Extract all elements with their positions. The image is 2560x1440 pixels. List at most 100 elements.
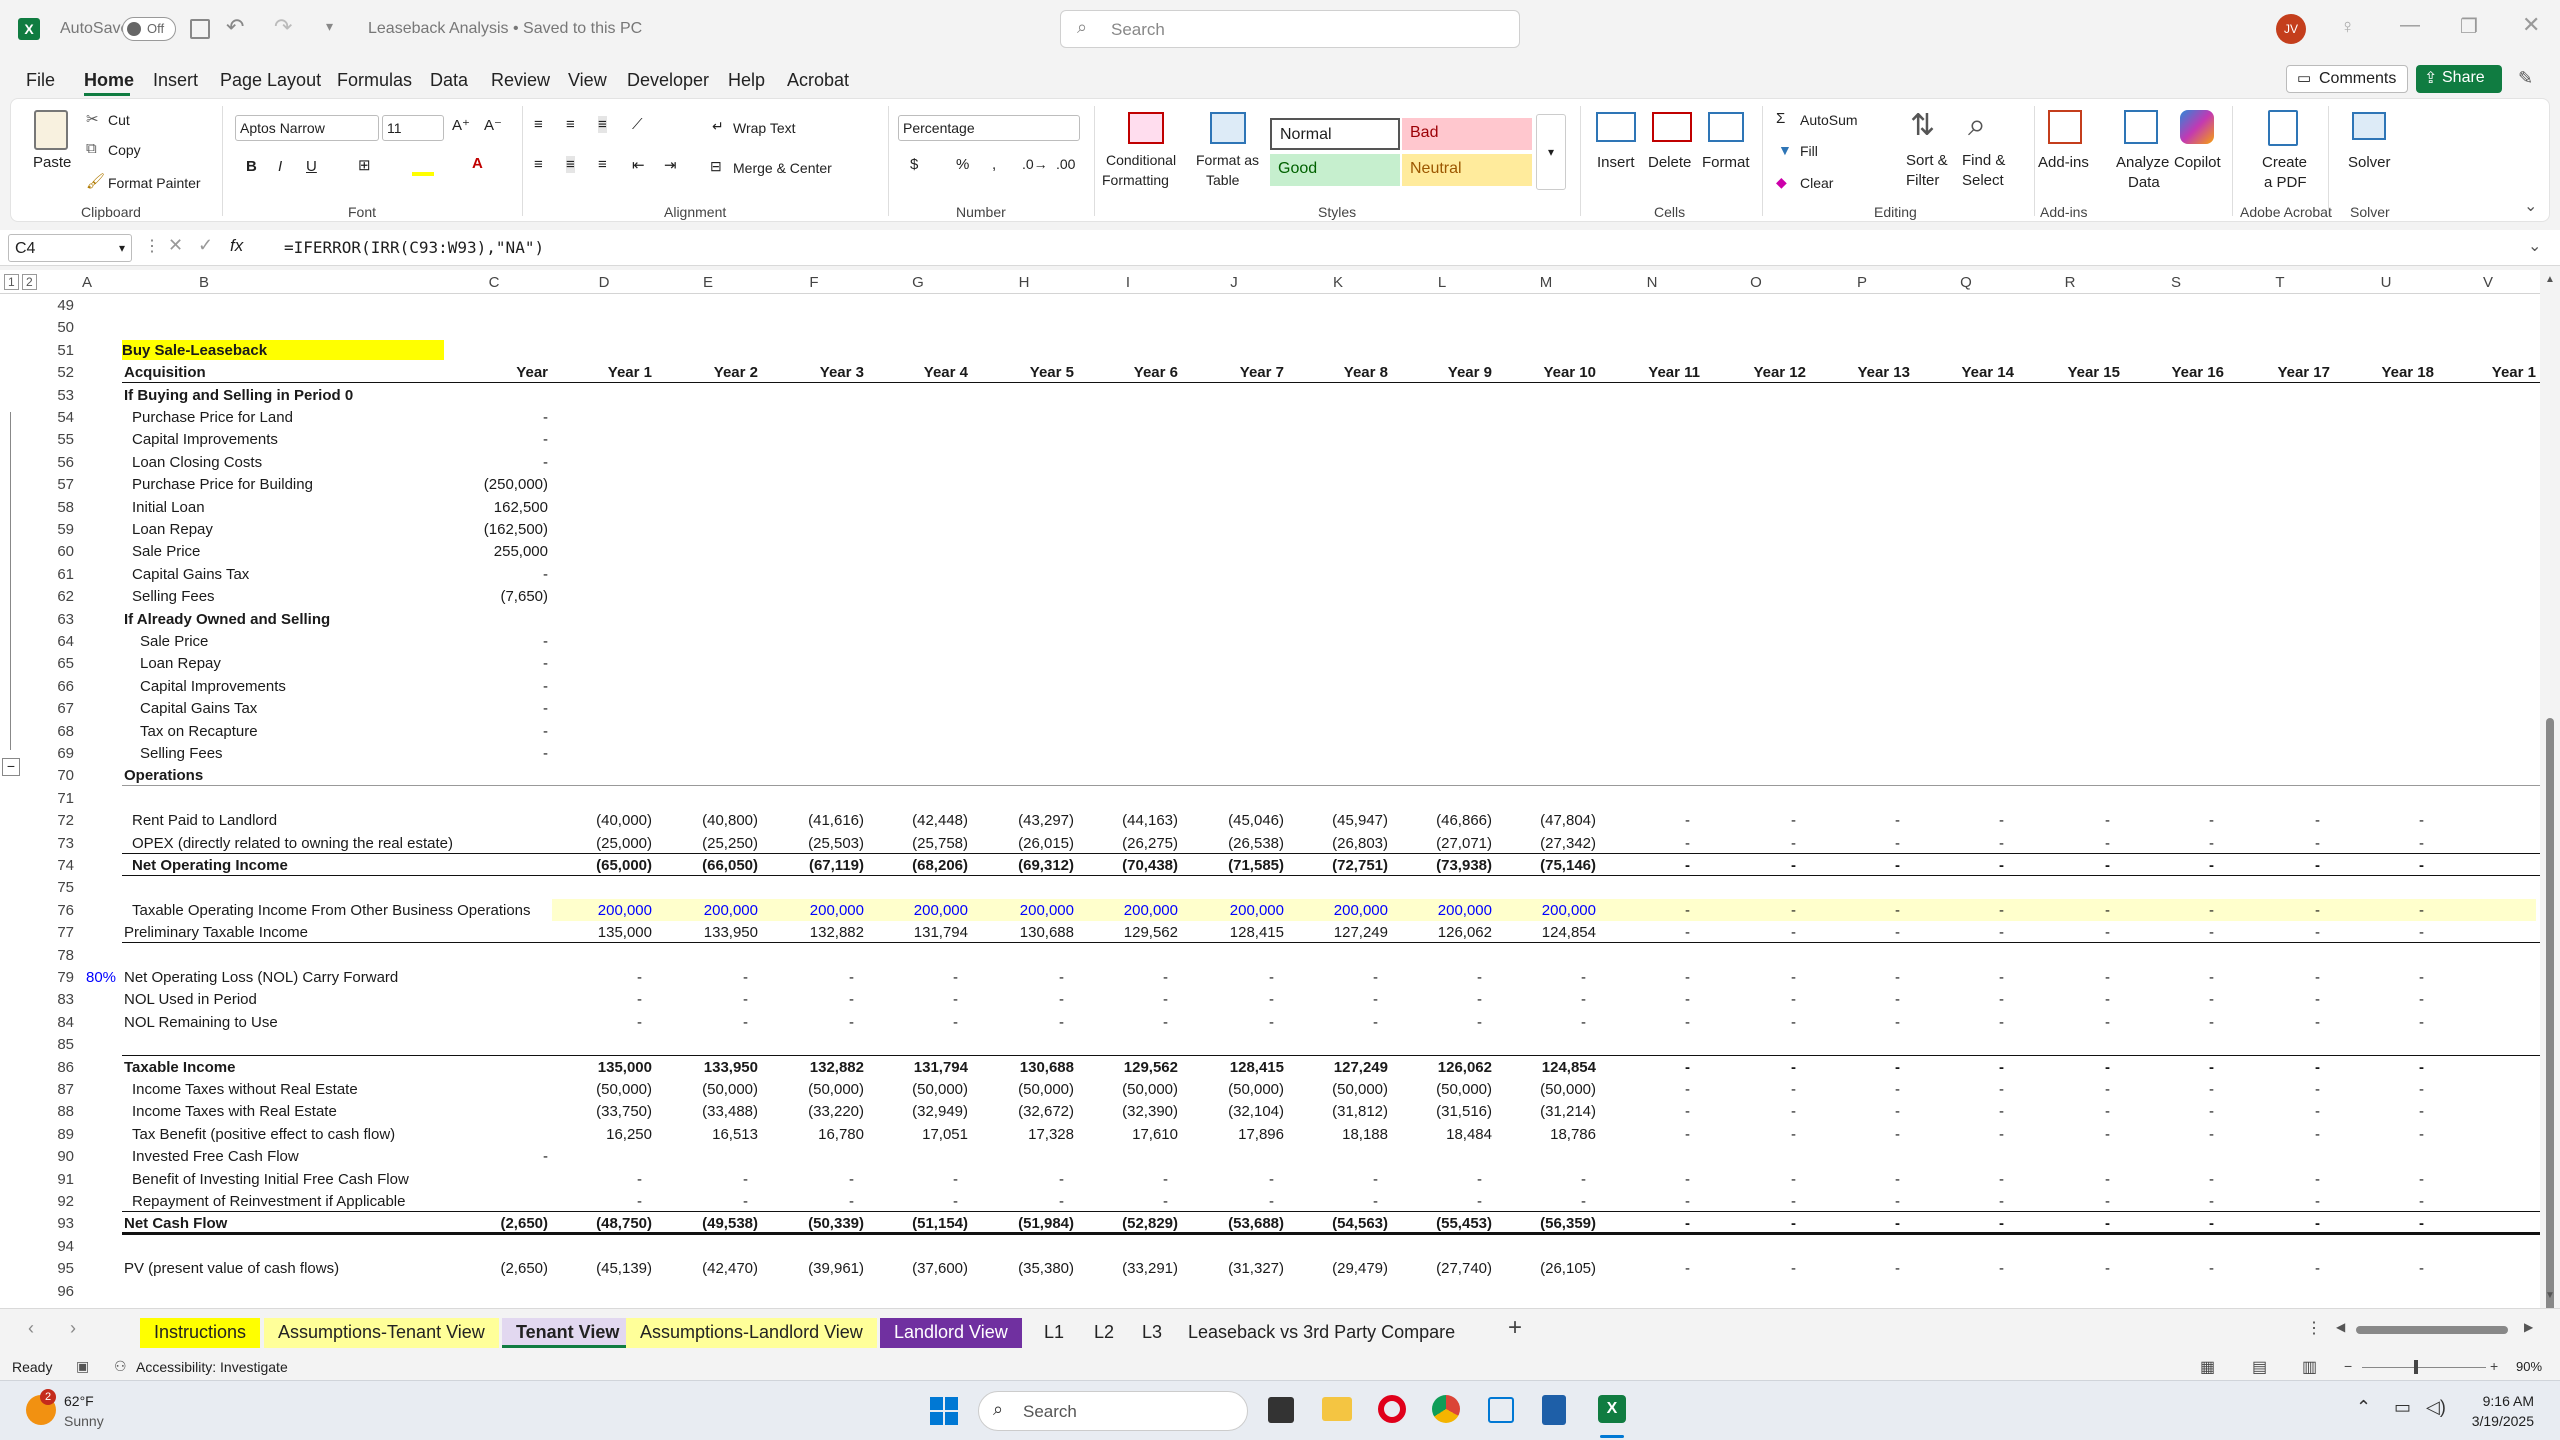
value-cell[interactable]: -	[1810, 1059, 1900, 1076]
column-header-g[interactable]: G	[866, 274, 970, 291]
value-cell[interactable]: 128,415	[1184, 924, 1284, 941]
value-cell[interactable]: -	[1706, 924, 1796, 941]
row-label[interactable]: Invested Free Cash Flow	[132, 1148, 299, 1165]
prev-sheet-icon[interactable]: ‹	[28, 1318, 34, 1339]
row-number[interactable]: 69	[50, 745, 74, 762]
row-number[interactable]: 74	[50, 857, 74, 874]
value-cell[interactable]: -	[2230, 924, 2320, 941]
value-cell[interactable]: -	[1914, 1103, 2004, 1120]
value-cell[interactable]: (27,740)	[1392, 1260, 1492, 1277]
value-cell[interactable]: 128,415	[1184, 1059, 1284, 1076]
row-number[interactable]: 90	[50, 1148, 74, 1165]
row-label[interactable]: Buy Sale-Leaseback	[122, 339, 444, 360]
row-label[interactable]: Sale Price	[140, 633, 208, 650]
align-middle-icon[interactable]: ≡	[566, 116, 575, 133]
tab-home[interactable]: Home	[84, 70, 134, 91]
value-cell[interactable]: -	[1600, 1059, 1690, 1076]
row-number[interactable]: 67	[50, 700, 74, 717]
value-cell[interactable]: -	[2124, 924, 2214, 941]
value-cell[interactable]: -	[1706, 1126, 1796, 1143]
fill-color-icon[interactable]	[412, 172, 434, 176]
value-cell[interactable]: -	[1496, 991, 1586, 1008]
value-cell[interactable]: (50,000)	[1392, 1081, 1492, 1098]
value-cell[interactable]: -	[2334, 1014, 2424, 1031]
value-cell[interactable]: 200,000	[1288, 902, 1388, 919]
value-cell[interactable]: -	[1078, 1014, 1168, 1031]
tab-acrobat[interactable]: Acrobat	[787, 70, 849, 91]
value-cell[interactable]: -	[1914, 1171, 2004, 1188]
column-header-e[interactable]: E	[656, 274, 760, 291]
value-cell[interactable]: -	[1600, 969, 1690, 986]
value-cell[interactable]: (50,000)	[1078, 1081, 1178, 1098]
row-number[interactable]: 91	[50, 1171, 74, 1188]
formula-input[interactable]: =IFERROR(IRR(C93:W93),"NA")	[284, 238, 544, 257]
editing-mode-icon[interactable]: ✎	[2518, 68, 2533, 89]
value-cell[interactable]: -	[2124, 1193, 2214, 1210]
row-label[interactable]: OPEX (directly related to owning the rea…	[132, 835, 453, 852]
insert-function-icon[interactable]: fx	[230, 236, 243, 256]
year0-cell[interactable]: -	[434, 655, 548, 672]
value-cell[interactable]: (27,071)	[1392, 835, 1492, 852]
year0-cell[interactable]: -	[434, 745, 548, 762]
value-cell[interactable]: -	[2124, 1103, 2214, 1120]
value-cell[interactable]: -	[2334, 969, 2424, 986]
column-header-h[interactable]: H	[972, 274, 1076, 291]
value-cell[interactable]: 200,000	[764, 902, 864, 919]
merge-center-button[interactable]: Merge & Center	[733, 160, 832, 176]
tab-view[interactable]: View	[568, 70, 607, 91]
value-cell[interactable]: -	[1496, 1171, 1586, 1188]
value-cell[interactable]: (33,291)	[1078, 1260, 1178, 1277]
number-format-select[interactable]: Percentage	[898, 115, 1080, 141]
value-cell[interactable]: Year 9	[1392, 364, 1492, 381]
cancel-icon[interactable]: ✕	[168, 235, 183, 256]
row-label[interactable]: Net Cash Flow	[124, 1215, 227, 1232]
value-cell[interactable]: -	[2124, 969, 2214, 986]
value-cell[interactable]: -	[2230, 835, 2320, 852]
column-header-c[interactable]: C	[434, 274, 554, 291]
value-cell[interactable]: -	[2230, 1081, 2320, 1098]
value-cell[interactable]: 129,562	[1078, 924, 1178, 941]
value-cell[interactable]: -	[2230, 857, 2320, 874]
value-cell[interactable]: -	[2230, 1193, 2320, 1210]
zoom-in-icon[interactable]: +	[2490, 1358, 2498, 1374]
column-header-i[interactable]: I	[1076, 274, 1180, 291]
value-cell[interactable]: -	[868, 1171, 958, 1188]
value-cell[interactable]: -	[1288, 969, 1378, 986]
year0-cell[interactable]: (2,650)	[434, 1260, 548, 1277]
value-cell[interactable]: -	[1810, 969, 1900, 986]
value-cell[interactable]: -	[1392, 1193, 1482, 1210]
insert-cells-button[interactable]: Insert	[1597, 154, 1635, 171]
clear-button[interactable]: Clear	[1800, 175, 1833, 191]
value-cell[interactable]: -	[1184, 1171, 1274, 1188]
year0-cell[interactable]: -	[434, 566, 548, 583]
row-number[interactable]: 52	[50, 364, 74, 381]
value-cell[interactable]: -	[2124, 1014, 2214, 1031]
value-cell[interactable]: -	[2334, 991, 2424, 1008]
row-label[interactable]: Taxable Income	[124, 1059, 235, 1076]
value-cell[interactable]: -	[974, 991, 1064, 1008]
value-cell[interactable]: -	[1600, 924, 1690, 941]
task-view-icon[interactable]	[1268, 1397, 1294, 1423]
column-header-a[interactable]: A	[76, 274, 98, 291]
value-cell[interactable]: (75,146)	[1496, 857, 1596, 874]
percent-icon[interactable]: %	[956, 156, 969, 173]
value-cell[interactable]: -	[1810, 1215, 1900, 1232]
value-cell[interactable]: Year 5	[974, 364, 1074, 381]
column-header-k[interactable]: K	[1286, 274, 1390, 291]
value-cell[interactable]: 127,249	[1288, 924, 1388, 941]
value-cell[interactable]: -	[2124, 1081, 2214, 1098]
value-cell[interactable]: (31,214)	[1496, 1103, 1596, 1120]
value-cell[interactable]: (33,220)	[764, 1103, 864, 1120]
row-label[interactable]: Sale Price	[132, 543, 200, 560]
tab-insert[interactable]: Insert	[153, 70, 198, 91]
row-number[interactable]: 87	[50, 1081, 74, 1098]
tab-page-layout[interactable]: Page Layout	[220, 70, 321, 91]
value-cell[interactable]: (25,503)	[764, 835, 864, 852]
clock-date[interactable]: 3/19/2025	[2458, 1413, 2534, 1429]
user-avatar[interactable]: JV	[2276, 14, 2306, 44]
value-cell[interactable]: -	[2020, 1171, 2110, 1188]
value-cell[interactable]: (43,297)	[974, 812, 1074, 829]
value-cell[interactable]: (42,448)	[868, 812, 968, 829]
value-cell[interactable]: -	[2020, 812, 2110, 829]
value-cell[interactable]: Year 18	[2334, 364, 2434, 381]
